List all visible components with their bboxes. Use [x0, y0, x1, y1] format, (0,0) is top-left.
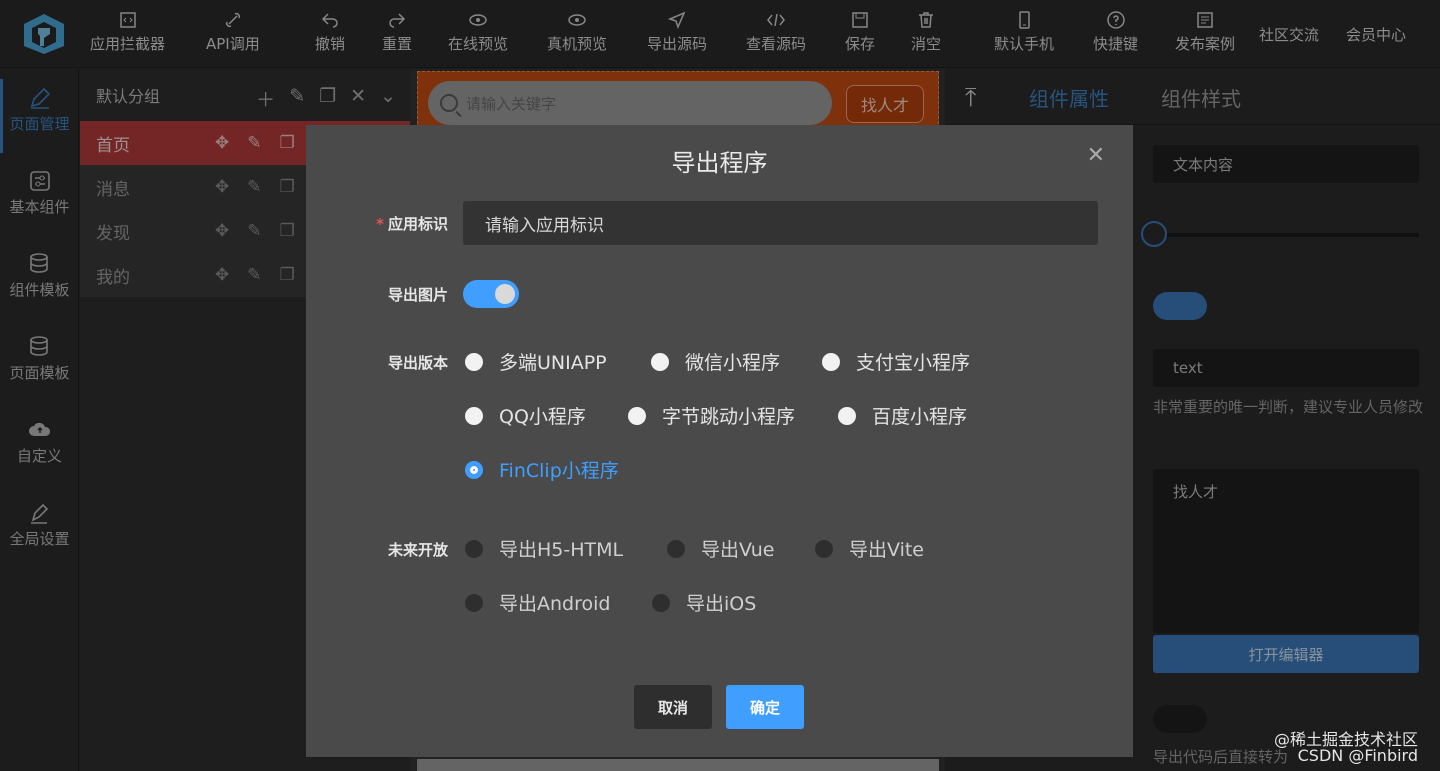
radio-dot	[465, 406, 483, 425]
cancel-button[interactable]: 取消	[634, 685, 712, 729]
radio-alipay[interactable]: 支付宝小程序	[822, 348, 970, 375]
close-icon[interactable]: ✕	[1087, 143, 1105, 168]
confirm-button[interactable]: 确定	[726, 685, 804, 729]
radio-ios: 导出iOS	[652, 589, 756, 616]
dialog-title: 导出程序	[671, 149, 768, 177]
app-id-input[interactable]: 请输入应用标识	[463, 201, 1098, 245]
radio-dot	[815, 539, 833, 558]
export-image-toggle[interactable]	[463, 280, 519, 308]
radio-qq[interactable]: QQ小程序	[465, 402, 586, 429]
radio-dot	[465, 352, 483, 371]
radio-vite: 导出Vite	[815, 535, 924, 562]
radio-bytedance[interactable]: 字节跳动小程序	[628, 402, 795, 429]
radio-dot	[465, 539, 483, 558]
radio-uniapp[interactable]: 多端UNIAPP	[465, 348, 607, 375]
app-id-label: * 应用标识	[376, 215, 448, 233]
radio-dot	[465, 593, 483, 612]
export-dialog: 导出程序 ✕ * 应用标识 请输入应用标识 导出图片 导出版本 多端UNIAPP …	[306, 125, 1133, 757]
version-label: 导出版本	[387, 354, 448, 372]
radio-dot	[838, 406, 856, 425]
radio-dot	[651, 352, 669, 371]
radio-dot	[465, 460, 483, 479]
export-image-label: 导出图片	[387, 286, 448, 304]
future-label: 未来开放	[387, 541, 448, 559]
radio-h5-html: 导出H5-HTML	[465, 535, 623, 562]
radio-baidu[interactable]: 百度小程序	[838, 402, 967, 429]
radio-dot	[822, 352, 840, 371]
radio-dot	[667, 539, 685, 558]
radio-dot	[628, 406, 646, 425]
radio-vue: 导出Vue	[667, 535, 774, 562]
watermark-csdn: CSDN @Finbird	[1297, 746, 1418, 765]
radio-dot	[652, 593, 670, 612]
radio-android: 导出Android	[465, 589, 610, 616]
radio-wechat[interactable]: 微信小程序	[651, 348, 780, 375]
radio-finclip[interactable]: FinClip小程序	[465, 456, 619, 483]
